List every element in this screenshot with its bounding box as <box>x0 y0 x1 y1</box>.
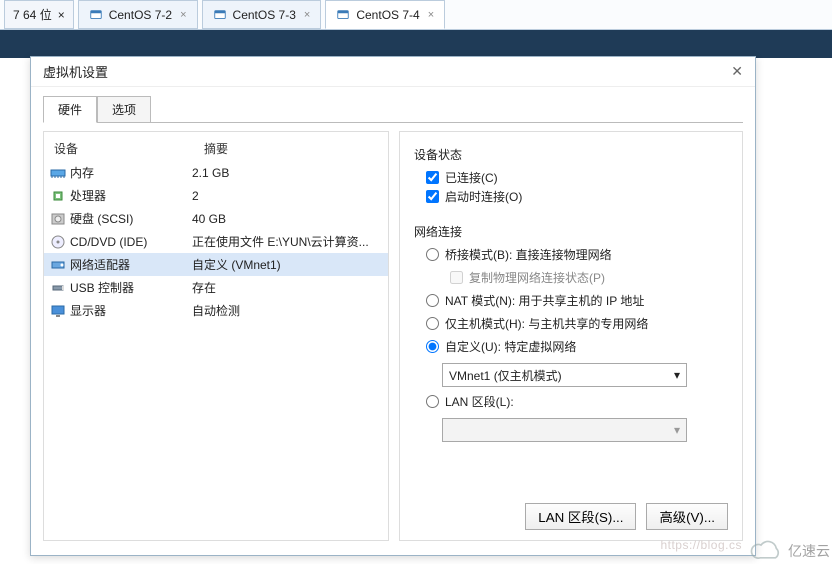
memory-icon <box>50 165 66 181</box>
cd-icon <box>50 234 66 250</box>
hw-header-summary: 摘要 <box>204 140 228 157</box>
dialog-title: 虚拟机设置 <box>43 62 108 81</box>
cpu-icon <box>50 188 66 204</box>
dialog-titlebar: 虚拟机设置 ✕ <box>31 57 755 87</box>
nic-icon <box>50 257 66 273</box>
usb-icon <box>50 280 66 296</box>
hw-summary: 2 <box>192 189 382 203</box>
radio-nat[interactable]: NAT 模式(N): 用于共享主机的 IP 地址 <box>426 292 728 309</box>
button-row: LAN 区段(S)... 高级(V)... <box>525 503 728 530</box>
chk-replicate-box <box>450 271 463 284</box>
device-settings-pane: 设备状态 已连接(C) 启动时连接(O) 网络连接 桥接模式(B): 直接连接物… <box>399 131 743 541</box>
hw-label: 网络适配器 <box>70 256 130 273</box>
chk-connected-label: 已连接(C) <box>445 169 498 186</box>
radio-nat-input[interactable] <box>426 294 439 307</box>
hw-label: 内存 <box>70 164 94 181</box>
vm-tab-label: CentOS 7-3 <box>233 8 296 22</box>
chk-replicate: 复制物理网络连接状态(P) <box>450 269 728 286</box>
radio-hostonly-label: 仅主机模式(H): 与主机共享的专用网络 <box>445 315 648 332</box>
hw-summary: 40 GB <box>192 212 382 226</box>
hw-summary: 存在 <box>192 279 382 296</box>
custom-vmnet-select[interactable]: VMnet1 (仅主机模式) ▾ <box>442 363 687 387</box>
app-tabbar: 7 64 位 × CentOS 7-2 × CentOS 7-3 × CentO… <box>0 0 832 30</box>
hw-summary: 自动检测 <box>192 302 382 319</box>
radio-lan-label: LAN 区段(L): <box>445 393 514 410</box>
hw-summary: 2.1 GB <box>192 166 382 180</box>
radio-bridged[interactable]: 桥接模式(B): 直接连接物理网络 <box>426 246 728 263</box>
hw-label: USB 控制器 <box>70 279 134 296</box>
vm-icon <box>89 8 103 22</box>
chk-connect-poweron-label: 启动时连接(O) <box>445 188 522 205</box>
vm-icon <box>213 8 227 22</box>
radio-lan[interactable]: LAN 区段(L): <box>426 393 728 410</box>
radio-nat-label: NAT 模式(N): 用于共享主机的 IP 地址 <box>445 292 644 309</box>
radio-hostonly-input[interactable] <box>426 317 439 330</box>
radio-bridged-label: 桥接模式(B): 直接连接物理网络 <box>445 246 612 263</box>
advanced-button[interactable]: 高级(V)... <box>646 503 728 530</box>
vm-tab-0[interactable]: CentOS 7-2 × <box>78 0 198 29</box>
vm-icon <box>336 8 350 22</box>
radio-hostonly[interactable]: 仅主机模式(H): 与主机共享的专用网络 <box>426 315 728 332</box>
radio-custom-input[interactable] <box>426 340 439 353</box>
chevron-down-icon: ▾ <box>674 368 680 382</box>
hw-row-display[interactable]: 显示器 自动检测 <box>44 299 388 322</box>
lan-segments-button[interactable]: LAN 区段(S)... <box>525 503 636 530</box>
chk-connect-poweron-box[interactable] <box>426 190 439 203</box>
chk-connected[interactable]: 已连接(C) <box>426 169 728 186</box>
hw-row-memory[interactable]: 内存 2.1 GB <box>44 161 388 184</box>
lan-segment-select: ▾ <box>442 418 687 442</box>
close-icon[interactable]: × <box>304 9 310 21</box>
arch-tab[interactable]: 7 64 位 × <box>4 0 74 29</box>
hw-label: 显示器 <box>70 302 106 319</box>
hw-summary: 正在使用文件 E:\YUN\云计算资... <box>192 233 382 250</box>
custom-vmnet-value: VMnet1 (仅主机模式) <box>449 367 562 384</box>
hw-row-cpu[interactable]: 处理器 2 <box>44 184 388 207</box>
disk-icon <box>50 211 66 227</box>
close-icon[interactable]: ✕ <box>731 63 743 80</box>
hw-header-device: 设备 <box>54 140 204 157</box>
chk-connect-poweron[interactable]: 启动时连接(O) <box>426 188 728 205</box>
hw-row-usb[interactable]: USB 控制器 存在 <box>44 276 388 299</box>
group-net-conn: 网络连接 <box>414 223 728 240</box>
hw-label: 处理器 <box>70 187 106 204</box>
hardware-list: 设备 摘要 内存 2.1 GB 处理器 2 硬盘 (SCSI) 40 GB CD… <box>43 131 389 541</box>
vm-settings-dialog: 虚拟机设置 ✕ 硬件 选项 设备 摘要 内存 2.1 GB 处理器 2 <box>30 56 756 556</box>
dark-band <box>0 30 832 58</box>
group-device-status: 设备状态 <box>414 146 728 163</box>
vm-tab-label: CentOS 7-2 <box>109 8 172 22</box>
close-icon[interactable]: × <box>180 9 186 21</box>
vm-tab-label: CentOS 7-4 <box>356 8 419 22</box>
hw-summary: 自定义 (VMnet1) <box>192 256 382 273</box>
brand-watermark: 亿速云 <box>750 540 830 562</box>
hw-row-cd[interactable]: CD/DVD (IDE) 正在使用文件 E:\YUN\云计算资... <box>44 230 388 253</box>
display-icon <box>50 303 66 319</box>
close-icon[interactable]: × <box>58 8 65 22</box>
tab-hardware[interactable]: 硬件 <box>43 96 97 123</box>
hw-row-disk[interactable]: 硬盘 (SCSI) 40 GB <box>44 207 388 230</box>
brand-text: 亿速云 <box>788 541 830 561</box>
radio-lan-input[interactable] <box>426 395 439 408</box>
radio-custom[interactable]: 自定义(U): 特定虚拟网络 <box>426 338 728 355</box>
arch-tab-label: 7 64 位 <box>13 6 52 23</box>
hw-row-nic[interactable]: 网络适配器 自定义 (VMnet1) <box>44 253 388 276</box>
hw-label: CD/DVD (IDE) <box>70 235 147 249</box>
vm-tab-2[interactable]: CentOS 7-4 × <box>325 0 445 29</box>
hw-header: 设备 摘要 <box>44 136 388 161</box>
cloud-icon <box>750 540 784 562</box>
close-icon[interactable]: × <box>428 9 434 21</box>
vm-tab-1[interactable]: CentOS 7-3 × <box>202 0 322 29</box>
dialog-tabs: 硬件 选项 <box>43 95 743 123</box>
chk-replicate-label: 复制物理网络连接状态(P) <box>469 269 605 286</box>
radio-custom-label: 自定义(U): 特定虚拟网络 <box>445 338 576 355</box>
chevron-down-icon: ▾ <box>674 423 680 437</box>
chk-connected-box[interactable] <box>426 171 439 184</box>
hw-label: 硬盘 (SCSI) <box>70 210 133 227</box>
tab-options[interactable]: 选项 <box>97 96 151 123</box>
faint-watermark: https://blog.cs <box>660 538 742 552</box>
radio-bridged-input[interactable] <box>426 248 439 261</box>
